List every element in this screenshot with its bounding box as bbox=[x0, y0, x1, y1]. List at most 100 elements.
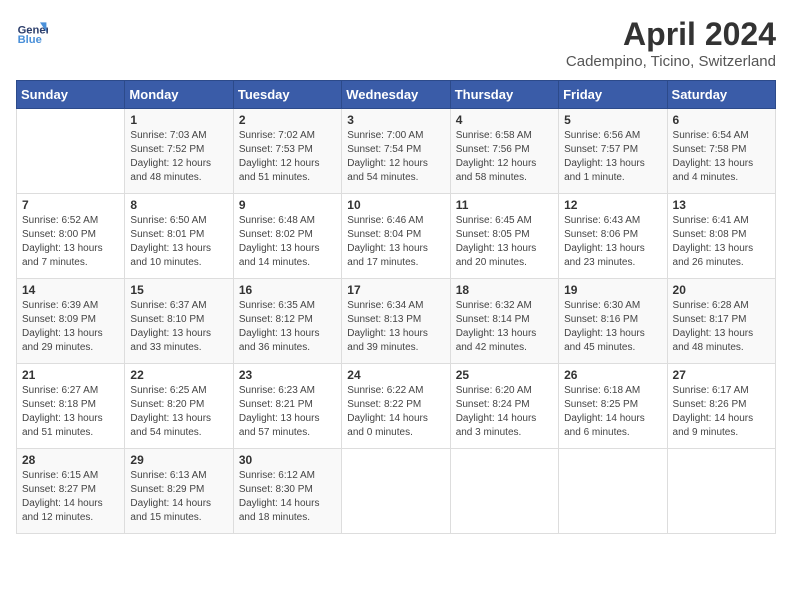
day-info: Sunrise: 6:32 AM Sunset: 8:14 PM Dayligh… bbox=[456, 299, 553, 355]
day-of-week-header: Saturday bbox=[667, 81, 775, 109]
day-info: Sunrise: 7:00 AM Sunset: 7:54 PM Dayligh… bbox=[347, 129, 444, 185]
calendar-day-cell: 10Sunrise: 6:46 AM Sunset: 8:04 PM Dayli… bbox=[342, 194, 450, 279]
calendar-day-cell: 20 Sunrise: 6:28 AM Sunset: 8:17 PM Dayli… bbox=[667, 279, 775, 364]
calendar-week-row: 14 Sunrise: 6:39 AM Sunset: 8:09 PM Dayli… bbox=[17, 279, 776, 364]
calendar-day-cell: 4 Sunrise: 6:58 AM Sunset: 7:56 PM Daylig… bbox=[450, 109, 558, 194]
calendar-week-row: 21 Sunrise: 6:27 AM Sunset: 8:18 PM Dayli… bbox=[17, 364, 776, 449]
day-info: Sunrise: 6:37 AM Sunset: 8:10 PM Dayligh… bbox=[130, 299, 227, 355]
calendar-day-cell: 21 Sunrise: 6:27 AM Sunset: 8:18 PM Dayli… bbox=[17, 364, 125, 449]
day-info: Sunrise: 6:25 AM Sunset: 8:20 PM Dayligh… bbox=[130, 384, 227, 440]
day-info: Sunrise: 6:20 AM Sunset: 8:24 PM Dayligh… bbox=[456, 384, 553, 440]
day-of-week-header: Friday bbox=[559, 81, 667, 109]
calendar-day-cell: 2 Sunrise: 7:02 AM Sunset: 7:53 PM Daylig… bbox=[233, 109, 341, 194]
day-number: 17 bbox=[347, 283, 444, 297]
calendar-day-cell: 22 Sunrise: 6:25 AM Sunset: 8:20 PM Dayli… bbox=[125, 364, 233, 449]
day-info: Sunrise: 6:35 AM Sunset: 8:12 PM Dayligh… bbox=[239, 299, 336, 355]
day-of-week-header: Wednesday bbox=[342, 81, 450, 109]
calendar-table: SundayMondayTuesdayWednesdayThursdayFrid… bbox=[16, 80, 776, 534]
day-number: 30 bbox=[239, 453, 336, 467]
day-info: Sunrise: 6:22 AM Sunset: 8:22 PM Dayligh… bbox=[347, 384, 444, 440]
day-number: 13 bbox=[673, 198, 770, 212]
calendar-day-cell: 25 Sunrise: 6:20 AM Sunset: 8:24 PM Dayli… bbox=[450, 364, 558, 449]
day-number: 28 bbox=[22, 453, 119, 467]
day-info: Sunrise: 6:13 AM Sunset: 8:29 PM Dayligh… bbox=[130, 469, 227, 525]
svg-text:Blue: Blue bbox=[18, 34, 42, 46]
day-info: Sunrise: 6:15 AM Sunset: 8:27 PM Dayligh… bbox=[22, 469, 119, 525]
day-info: Sunrise: 6:30 AM Sunset: 8:16 PM Dayligh… bbox=[564, 299, 661, 355]
calendar-day-cell: 27 Sunrise: 6:17 AM Sunset: 8:26 PM Dayli… bbox=[667, 364, 775, 449]
day-number: 8 bbox=[130, 198, 227, 212]
day-number: 5 bbox=[564, 113, 661, 127]
calendar-week-row: 1 Sunrise: 7:03 AM Sunset: 7:52 PM Daylig… bbox=[17, 109, 776, 194]
day-info: Sunrise: 6:28 AM Sunset: 8:17 PM Dayligh… bbox=[673, 299, 770, 355]
day-number: 23 bbox=[239, 368, 336, 382]
day-of-week-header: Monday bbox=[125, 81, 233, 109]
calendar-day-cell: 24 Sunrise: 6:22 AM Sunset: 8:22 PM Dayli… bbox=[342, 364, 450, 449]
day-number: 1 bbox=[130, 113, 227, 127]
calendar-week-row: 28 Sunrise: 6:15 AM Sunset: 8:27 PM Dayli… bbox=[17, 449, 776, 534]
calendar-day-cell: 14 Sunrise: 6:39 AM Sunset: 8:09 PM Dayli… bbox=[17, 279, 125, 364]
calendar-day-cell: 8 Sunrise: 6:50 AM Sunset: 8:01 PM Daylig… bbox=[125, 194, 233, 279]
empty-day-cell bbox=[342, 449, 450, 534]
calendar-day-cell: 9 Sunrise: 6:48 AM Sunset: 8:02 PM Daylig… bbox=[233, 194, 341, 279]
calendar-day-cell: 7 Sunrise: 6:52 AM Sunset: 8:00 PM Daylig… bbox=[17, 194, 125, 279]
calendar-day-cell: 15 Sunrise: 6:37 AM Sunset: 8:10 PM Dayli… bbox=[125, 279, 233, 364]
logo-icon: General Blue bbox=[16, 16, 48, 48]
day-info: Sunrise: 6:27 AM Sunset: 8:18 PM Dayligh… bbox=[22, 384, 119, 440]
title-block: April 2024 Cadempino, Ticino, Switzerlan… bbox=[566, 16, 776, 70]
day-number: 14 bbox=[22, 283, 119, 297]
calendar-day-cell: 12Sunrise: 6:43 AM Sunset: 8:06 PM Dayli… bbox=[559, 194, 667, 279]
day-info: Sunrise: 6:54 AM Sunset: 7:58 PM Dayligh… bbox=[673, 129, 770, 185]
day-number: 12 bbox=[564, 198, 661, 212]
day-info: Sunrise: 6:50 AM Sunset: 8:01 PM Dayligh… bbox=[130, 214, 227, 270]
day-number: 15 bbox=[130, 283, 227, 297]
day-info: Sunrise: 7:03 AM Sunset: 7:52 PM Dayligh… bbox=[130, 129, 227, 185]
day-info: Sunrise: 6:34 AM Sunset: 8:13 PM Dayligh… bbox=[347, 299, 444, 355]
logo: General Blue bbox=[16, 16, 48, 48]
empty-day-cell bbox=[559, 449, 667, 534]
day-of-week-header: Thursday bbox=[450, 81, 558, 109]
day-number: 2 bbox=[239, 113, 336, 127]
calendar-week-row: 7 Sunrise: 6:52 AM Sunset: 8:00 PM Daylig… bbox=[17, 194, 776, 279]
calendar-day-cell: 1 Sunrise: 7:03 AM Sunset: 7:52 PM Daylig… bbox=[125, 109, 233, 194]
day-info: Sunrise: 6:39 AM Sunset: 8:09 PM Dayligh… bbox=[22, 299, 119, 355]
day-number: 29 bbox=[130, 453, 227, 467]
day-number: 25 bbox=[456, 368, 553, 382]
day-number: 22 bbox=[130, 368, 227, 382]
day-info: Sunrise: 6:58 AM Sunset: 7:56 PM Dayligh… bbox=[456, 129, 553, 185]
day-info: Sunrise: 6:45 AM Sunset: 8:05 PM Dayligh… bbox=[456, 214, 553, 270]
location-subtitle: Cadempino, Ticino, Switzerland bbox=[566, 53, 776, 70]
calendar-day-cell: 26Sunrise: 6:18 AM Sunset: 8:25 PM Dayli… bbox=[559, 364, 667, 449]
day-number: 16 bbox=[239, 283, 336, 297]
day-number: 6 bbox=[673, 113, 770, 127]
calendar-day-cell: 18 Sunrise: 6:32 AM Sunset: 8:14 PM Dayli… bbox=[450, 279, 558, 364]
day-of-week-header: Tuesday bbox=[233, 81, 341, 109]
day-number: 18 bbox=[456, 283, 553, 297]
calendar-day-cell: 16 Sunrise: 6:35 AM Sunset: 8:12 PM Dayli… bbox=[233, 279, 341, 364]
calendar-day-cell: 3Sunrise: 7:00 AM Sunset: 7:54 PM Daylig… bbox=[342, 109, 450, 194]
day-number: 27 bbox=[673, 368, 770, 382]
day-number: 20 bbox=[673, 283, 770, 297]
day-info: Sunrise: 6:41 AM Sunset: 8:08 PM Dayligh… bbox=[673, 214, 770, 270]
day-number: 11 bbox=[456, 198, 553, 212]
day-number: 21 bbox=[22, 368, 119, 382]
day-info: Sunrise: 6:17 AM Sunset: 8:26 PM Dayligh… bbox=[673, 384, 770, 440]
day-info: Sunrise: 6:18 AM Sunset: 8:25 PM Dayligh… bbox=[564, 384, 661, 440]
day-info: Sunrise: 6:23 AM Sunset: 8:21 PM Dayligh… bbox=[239, 384, 336, 440]
calendar-header-row: SundayMondayTuesdayWednesdayThursdayFrid… bbox=[17, 81, 776, 109]
day-of-week-header: Sunday bbox=[17, 81, 125, 109]
calendar-day-cell: 13 Sunrise: 6:41 AM Sunset: 8:08 PM Dayli… bbox=[667, 194, 775, 279]
day-info: Sunrise: 7:02 AM Sunset: 7:53 PM Dayligh… bbox=[239, 129, 336, 185]
calendar-day-cell: 28 Sunrise: 6:15 AM Sunset: 8:27 PM Dayli… bbox=[17, 449, 125, 534]
calendar-day-cell: 17 Sunrise: 6:34 AM Sunset: 8:13 PM Dayli… bbox=[342, 279, 450, 364]
day-number: 7 bbox=[22, 198, 119, 212]
day-number: 9 bbox=[239, 198, 336, 212]
day-info: Sunrise: 6:48 AM Sunset: 8:02 PM Dayligh… bbox=[239, 214, 336, 270]
day-number: 10 bbox=[347, 198, 444, 212]
day-info: Sunrise: 6:56 AM Sunset: 7:57 PM Dayligh… bbox=[564, 129, 661, 185]
day-info: Sunrise: 6:52 AM Sunset: 8:00 PM Dayligh… bbox=[22, 214, 119, 270]
page-header: General Blue April 2024 Cadempino, Ticin… bbox=[16, 16, 776, 70]
day-number: 24 bbox=[347, 368, 444, 382]
day-number: 4 bbox=[456, 113, 553, 127]
empty-day-cell bbox=[667, 449, 775, 534]
